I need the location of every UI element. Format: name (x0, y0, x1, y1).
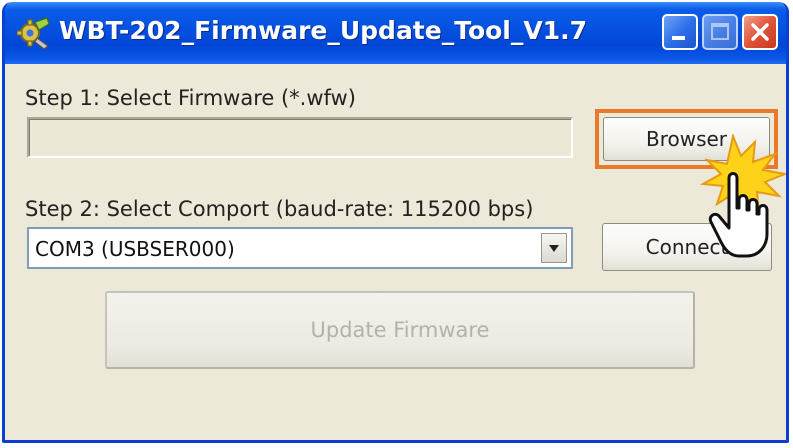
close-button[interactable] (742, 14, 778, 50)
update-firmware-button[interactable]: Update Firmware (105, 291, 695, 369)
comport-select[interactable]: COM3 (USBSER000) (27, 227, 573, 269)
firmware-file-field[interactable] (27, 117, 573, 158)
chevron-down-icon (549, 245, 559, 252)
firmware-update-window: WBT-202_Firmware_Update_Tool_V1.7 Step 1… (2, 2, 789, 443)
maximize-button[interactable] (702, 14, 738, 50)
window-title: WBT-202_Firmware_Update_Tool_V1.7 (59, 16, 588, 45)
close-icon (751, 23, 769, 41)
comport-selected-value: COM3 (USBSER000) (35, 237, 235, 261)
step2-label: Step 2: Select Comport (baud-rate: 11520… (25, 197, 534, 221)
minimize-button[interactable] (662, 14, 698, 50)
comport-dropdown-button[interactable] (541, 233, 567, 263)
title-bar[interactable]: WBT-202_Firmware_Update_Tool_V1.7 (5, 2, 786, 64)
click-cursor-annotation (699, 134, 786, 258)
gear-wrench-icon (16, 16, 51, 50)
maximize-icon (711, 23, 729, 40)
step1-label: Step 1: Select Firmware (*.wfw) (25, 86, 356, 110)
minimize-icon (672, 36, 685, 40)
